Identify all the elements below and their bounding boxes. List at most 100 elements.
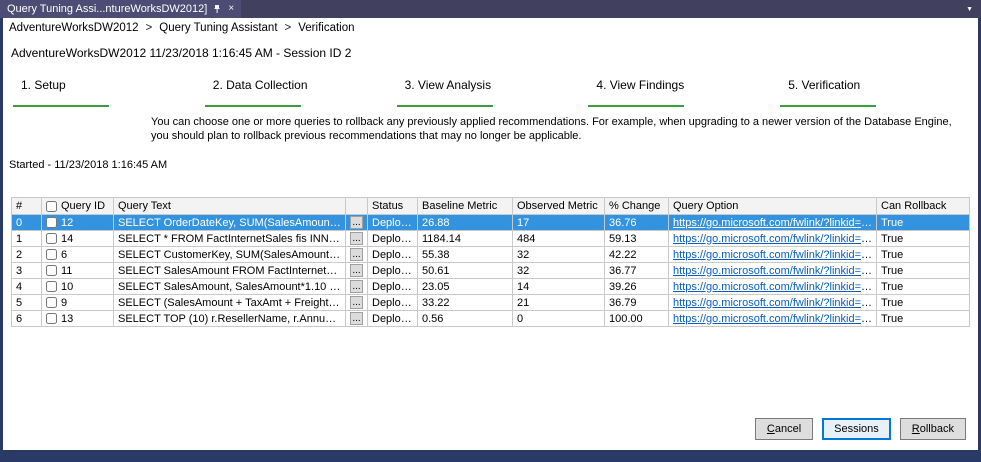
- query-option-link[interactable]: https://go.microsoft.com/fwlink/?linkid=…: [673, 313, 876, 325]
- select-all-checkbox[interactable]: [46, 200, 57, 212]
- tab-strip-spacer: [241, 0, 958, 18]
- baseline-metric-cell: 33.22: [417, 294, 513, 311]
- row-checkbox[interactable]: [46, 265, 57, 276]
- ellipsis-cell: ...: [345, 294, 368, 311]
- table-row[interactable]: 5 9 SELECT (SalesAmount + TaxAmt + Freig…: [11, 294, 970, 311]
- row-checkbox[interactable]: [46, 249, 57, 260]
- step-underline: [396, 105, 493, 107]
- pin-icon[interactable]: [213, 4, 222, 14]
- tab-list-dropdown-icon[interactable]: ▼: [958, 0, 981, 18]
- close-icon[interactable]: ×: [228, 4, 234, 14]
- step-verification[interactable]: 5. Verification: [778, 78, 970, 107]
- ellipsis-cell: ...: [345, 230, 368, 247]
- expand-query-button[interactable]: ...: [350, 280, 363, 293]
- wizard-steps: 1. Setup 2. Data Collection 3. View Anal…: [11, 78, 970, 107]
- row-number-cell[interactable]: 3: [11, 262, 42, 279]
- query-text-cell: SELECT * FROM FactInternetSales fis INNE…: [113, 230, 346, 247]
- ellipsis-cell: ...: [345, 262, 368, 279]
- baseline-metric-cell: 26.88: [417, 214, 513, 231]
- breadcrumb-database[interactable]: AdventureWorksDW2012: [9, 22, 139, 34]
- expand-query-button[interactable]: ...: [350, 264, 363, 277]
- expand-query-button[interactable]: ...: [350, 216, 363, 229]
- query-id-cell: 10: [41, 278, 114, 295]
- row-number-cell[interactable]: 2: [11, 246, 42, 263]
- breadcrumb-verification[interactable]: Verification: [298, 22, 354, 34]
- table-row[interactable]: 2 6 SELECT CustomerKey, SUM(SalesAmount)…: [11, 246, 970, 263]
- row-number-cell[interactable]: 1: [11, 230, 42, 247]
- status-bar: [0, 450, 981, 462]
- step-setup[interactable]: 1. Setup: [11, 78, 203, 107]
- query-id-cell: 11: [41, 262, 114, 279]
- col-header-status[interactable]: Status: [367, 197, 418, 215]
- row-number-cell[interactable]: 0: [11, 214, 42, 231]
- row-checkbox[interactable]: [46, 281, 57, 292]
- step-view-analysis[interactable]: 3. View Analysis: [395, 78, 587, 107]
- table-row[interactable]: 3 11 SELECT SalesAmount FROM FactInterne…: [11, 262, 970, 279]
- pct-change-cell: 36.77: [604, 262, 669, 279]
- col-header-query-text[interactable]: Query Text: [113, 197, 346, 215]
- query-option-link[interactable]: https://go.microsoft.com/fwlink/?linkid=…: [673, 217, 876, 229]
- cancel-button[interactable]: Cancel: [754, 418, 814, 440]
- ellipsis-cell: ...: [345, 310, 368, 327]
- can-rollback-cell: True: [876, 310, 970, 327]
- query-option-cell: https://go.microsoft.com/fwlink/?linkid=…: [668, 214, 877, 231]
- table-row[interactable]: 4 10 SELECT SalesAmount, SalesAmount*1.1…: [11, 278, 970, 295]
- col-header-pct-change[interactable]: % Change: [604, 197, 669, 215]
- status-cell: Deployed: [367, 294, 418, 311]
- col-header-can-rollback[interactable]: Can Rollback: [876, 197, 970, 215]
- col-header-query-id[interactable]: Query ID: [41, 197, 114, 215]
- col-header-baseline[interactable]: Baseline Metric: [417, 197, 513, 215]
- step-data-collection[interactable]: 2. Data Collection: [203, 78, 395, 107]
- dialog-button-row: Cancel Sessions Rollback: [3, 418, 966, 440]
- can-rollback-cell: True: [876, 214, 970, 231]
- query-option-cell: https://go.microsoft.com/fwlink/?linkid=…: [668, 294, 877, 311]
- query-option-link[interactable]: https://go.microsoft.com/fwlink/?linkid=…: [673, 281, 876, 293]
- col-header-observed[interactable]: Observed Metric: [512, 197, 605, 215]
- row-checkbox[interactable]: [46, 233, 57, 244]
- breadcrumb: AdventureWorksDW2012 > Query Tuning Assi…: [3, 18, 978, 36]
- can-rollback-cell: True: [876, 230, 970, 247]
- expand-query-button[interactable]: ...: [350, 312, 363, 325]
- grid-header-row: # Query ID Query Text Status Baseline Me…: [11, 197, 970, 215]
- expand-query-button[interactable]: ...: [350, 248, 363, 261]
- expand-query-button[interactable]: ...: [350, 232, 363, 245]
- breadcrumb-assistant[interactable]: Query Tuning Assistant: [159, 22, 277, 34]
- can-rollback-cell: True: [876, 262, 970, 279]
- col-header-ellipsis: [345, 197, 368, 215]
- table-row[interactable]: 0 12 SELECT OrderDateKey, SUM(SalesAmoun…: [11, 214, 970, 231]
- col-header-query-option[interactable]: Query Option: [668, 197, 877, 215]
- can-rollback-cell: True: [876, 294, 970, 311]
- row-number-cell[interactable]: 6: [11, 310, 42, 327]
- expand-query-button[interactable]: ...: [350, 296, 363, 309]
- active-document-tab[interactable]: Query Tuning Assi...ntureWorksDW2012] ×: [0, 0, 242, 18]
- session-title: AdventureWorksDW2012 11/23/2018 1:16:45 …: [11, 46, 352, 60]
- table-row[interactable]: 1 14 SELECT * FROM FactInternetSales fis…: [11, 230, 970, 247]
- row-checkbox[interactable]: [46, 217, 57, 228]
- query-id-cell: 14: [41, 230, 114, 247]
- row-checkbox[interactable]: [46, 297, 57, 308]
- observed-metric-cell: 484: [512, 230, 605, 247]
- observed-metric-cell: 0: [512, 310, 605, 327]
- sessions-button[interactable]: Sessions: [822, 418, 891, 440]
- queries-grid: # Query ID Query Text Status Baseline Me…: [11, 197, 970, 327]
- pct-change-cell: 36.76: [604, 214, 669, 231]
- col-header-num[interactable]: #: [11, 197, 42, 215]
- query-option-link[interactable]: https://go.microsoft.com/fwlink/?linkid=…: [673, 249, 876, 261]
- query-option-link[interactable]: https://go.microsoft.com/fwlink/?linkid=…: [673, 265, 876, 277]
- step-view-findings[interactable]: 4. View Findings: [586, 78, 778, 107]
- table-row[interactable]: 6 13 SELECT TOP (10) r.ResellerName, r.A…: [11, 310, 970, 327]
- wizard-content: AdventureWorksDW2012 > Query Tuning Assi…: [3, 18, 978, 450]
- row-number-cell[interactable]: 5: [11, 294, 42, 311]
- step-underline: [13, 105, 109, 107]
- row-checkbox[interactable]: [46, 313, 57, 324]
- query-option-link[interactable]: https://go.microsoft.com/fwlink/?linkid=…: [673, 233, 876, 245]
- pct-change-cell: 42.22: [604, 246, 669, 263]
- status-cell: Deployed: [367, 262, 418, 279]
- row-number-cell[interactable]: 4: [11, 278, 42, 295]
- status-cell: Deployed: [367, 278, 418, 295]
- query-option-link[interactable]: https://go.microsoft.com/fwlink/?linkid=…: [673, 297, 876, 309]
- pct-change-cell: 39.26: [604, 278, 669, 295]
- ellipsis-cell: ...: [345, 214, 368, 231]
- rollback-button[interactable]: Rollback: [899, 418, 966, 440]
- ellipsis-cell: ...: [345, 278, 368, 295]
